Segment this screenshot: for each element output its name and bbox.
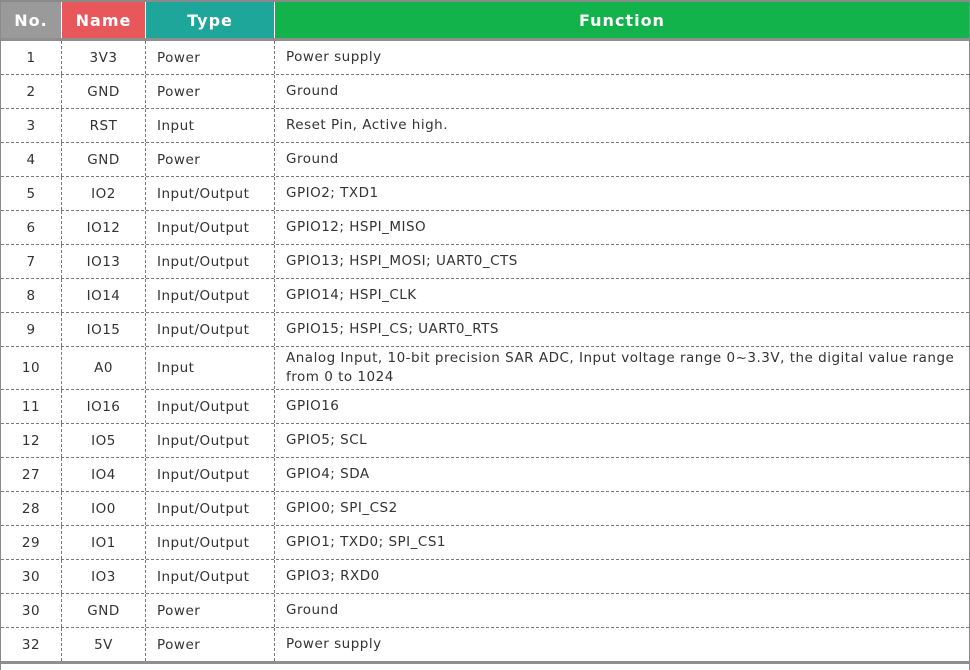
table-row: 8 IO14 Input/Output GPIO14; HSPI_CLK xyxy=(1,279,969,313)
cell-function: Ground xyxy=(286,151,339,167)
cell-function: GPIO14; HSPI_CLK xyxy=(286,287,417,303)
cell-type: Power xyxy=(146,594,275,627)
cell-type: Power xyxy=(146,143,275,176)
cell-function: Ground xyxy=(286,602,339,618)
cell-name: IO0 xyxy=(62,492,146,525)
table-row: 30 GND Power Ground xyxy=(1,594,969,628)
cell-no: 7 xyxy=(1,245,62,278)
cell-name: GND xyxy=(62,75,146,108)
cell-no: 11 xyxy=(1,390,62,423)
table-row: 2 GND Power Ground xyxy=(1,75,969,109)
table-row: 30 IO3 Input/Output GPIO3; RXD0 xyxy=(1,560,969,594)
cell-no: 30 xyxy=(1,560,62,593)
table-row: 27 IO4 Input/Output GPIO4; SDA xyxy=(1,458,969,492)
cell-no: 32 xyxy=(1,628,62,661)
cell-function: GPIO16 xyxy=(286,398,340,414)
cell-name: IO2 xyxy=(62,177,146,210)
cell-name: IO16 xyxy=(62,390,146,423)
cell-name: A0 xyxy=(62,347,146,389)
table-row: 29 IO1 Input/Output GPIO1; TXD0; SPI_CS1 xyxy=(1,526,969,560)
table-body: 1 3V3 Power Power supply 2 GND Power Ground 3 RST… xyxy=(1,41,969,664)
cell-no: 3 xyxy=(1,109,62,142)
cell-type: Power xyxy=(146,41,275,74)
cell-type: Input xyxy=(146,347,275,389)
cell-name: GND xyxy=(62,143,146,176)
cell-type: Power xyxy=(146,75,275,108)
cell-type: Input/Output xyxy=(146,177,275,210)
cell-name: IO14 xyxy=(62,279,146,312)
cell-function: Power supply xyxy=(286,49,382,65)
cell-function: GPIO13; HSPI_MOSI; UART0_CTS xyxy=(286,253,518,269)
header-type: Type xyxy=(146,2,275,38)
cell-name: IO5 xyxy=(62,424,146,457)
cell-type: Input/Output xyxy=(146,279,275,312)
table-row: 32 5V Power Power supply xyxy=(1,628,969,664)
cell-name: IO4 xyxy=(62,458,146,491)
cell-no: 4 xyxy=(1,143,62,176)
cell-type: Input/Output xyxy=(146,492,275,525)
cell-no: 8 xyxy=(1,279,62,312)
cell-type: Input/Output xyxy=(146,211,275,244)
cell-name: 3V3 xyxy=(62,41,146,74)
cell-function: GPIO15; HSPI_CS; UART0_RTS xyxy=(286,321,499,337)
cell-function: GPIO1; TXD0; SPI_CS1 xyxy=(286,534,446,550)
cell-name: IO15 xyxy=(62,313,146,346)
table-row: 3 RST Input Reset Pin, Active high. xyxy=(1,109,969,143)
table-row: 6 IO12 Input/Output GPIO12; HSPI_MISO xyxy=(1,211,969,245)
cell-name: GND xyxy=(62,594,146,627)
cell-function: Ground xyxy=(286,83,339,99)
cell-function: GPIO12; HSPI_MISO xyxy=(286,219,427,235)
cell-function: Analog Input, 10-bit precision SAR ADC, … xyxy=(286,350,955,385)
cell-no: 9 xyxy=(1,313,62,346)
header-name: Name xyxy=(62,2,146,38)
pin-table: No. Name Type Function 1 3V3 Power Power su… xyxy=(0,0,970,670)
cell-function: Reset Pin, Active high. xyxy=(286,117,449,133)
cell-type: Input/Output xyxy=(146,526,275,559)
cell-type: Input xyxy=(146,109,275,142)
cell-no: 28 xyxy=(1,492,62,525)
cell-type: Input/Output xyxy=(146,245,275,278)
table-row: 7 IO13 Input/Output GPIO13; HSPI_MOSI; UART… xyxy=(1,245,969,279)
cell-no: 10 xyxy=(1,347,62,389)
table-row: 9 IO15 Input/Output GPIO15; HSPI_CS; UART0_… xyxy=(1,313,969,347)
table-row: 11 IO16 Input/Output GPIO16 xyxy=(1,390,969,424)
cell-name: IO12 xyxy=(62,211,146,244)
header-no: No. xyxy=(1,2,62,38)
table-header: No. Name Type Function xyxy=(1,2,969,41)
cell-type: Input/Output xyxy=(146,560,275,593)
table-row: 1 3V3 Power Power supply xyxy=(1,41,969,75)
cell-name: 5V xyxy=(62,628,146,661)
table-row: 28 IO0 Input/Output GPIO0; SPI_CS2 xyxy=(1,492,969,526)
cell-type: Power xyxy=(146,628,275,661)
cell-type: Input/Output xyxy=(146,390,275,423)
cell-type: Input/Output xyxy=(146,313,275,346)
cell-type: Input/Output xyxy=(146,458,275,491)
table-row: 4 GND Power Ground xyxy=(1,143,969,177)
cell-no: 29 xyxy=(1,526,62,559)
cell-name: RST xyxy=(62,109,146,142)
cell-function: Power supply xyxy=(286,636,382,652)
cell-no: 1 xyxy=(1,41,62,74)
cell-name: IO1 xyxy=(62,526,146,559)
table-row: 5 IO2 Input/Output GPIO2; TXD1 xyxy=(1,177,969,211)
header-function: Function xyxy=(275,2,969,38)
cell-no: 30 xyxy=(1,594,62,627)
cell-function: GPIO2; TXD1 xyxy=(286,185,379,201)
cell-name: IO3 xyxy=(62,560,146,593)
table-row: 10 A0 Input Analog Input, 10-bit precision … xyxy=(1,347,969,390)
cell-name: IO13 xyxy=(62,245,146,278)
cell-no: 2 xyxy=(1,75,62,108)
cell-function: GPIO0; SPI_CS2 xyxy=(286,500,398,516)
cell-no: 6 xyxy=(1,211,62,244)
cell-no: 27 xyxy=(1,458,62,491)
table-row: 12 IO5 Input/Output GPIO5; SCL xyxy=(1,424,969,458)
cell-function: GPIO3; RXD0 xyxy=(286,568,380,584)
cell-function: GPIO4; SDA xyxy=(286,466,370,482)
cell-type: Input/Output xyxy=(146,424,275,457)
cell-no: 12 xyxy=(1,424,62,457)
cell-function: GPIO5; SCL xyxy=(286,432,368,448)
cell-no: 5 xyxy=(1,177,62,210)
